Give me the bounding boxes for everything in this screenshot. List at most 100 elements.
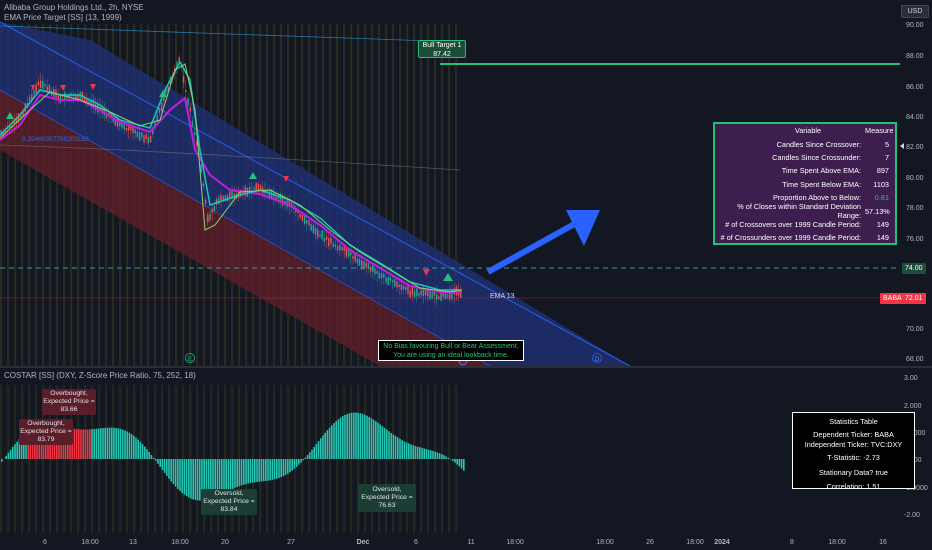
candle-body — [211, 208, 213, 213]
candle-body — [356, 258, 359, 264]
time-axis-label: 6 — [43, 539, 47, 546]
histogram-bar — [161, 459, 164, 470]
candle-body — [416, 288, 418, 296]
variable-label: # of Crossunders over 1999 Candle Period… — [720, 233, 861, 243]
callout-line: Expected Price = — [43, 398, 95, 405]
candle-body — [328, 238, 330, 247]
histogram-bar — [361, 413, 364, 459]
lower-indicator-legend[interactable]: COSTAR [SS] (DXY, Z-Score Price Ratio, 7… — [4, 371, 196, 380]
histogram-bar — [423, 448, 425, 459]
histogram-bar — [152, 457, 155, 459]
histogram-bar — [148, 451, 150, 459]
candle-body — [409, 290, 411, 298]
variable-label: % of Closes within Standard Deviation Ra… — [737, 202, 861, 221]
histogram-bar — [346, 414, 348, 459]
candle-body — [204, 199, 207, 204]
time-axis-label: Dec — [357, 539, 370, 546]
candle-body — [372, 265, 374, 273]
candle-body — [303, 215, 306, 224]
time-axis-label: 6 — [414, 539, 418, 546]
histogram-bar — [401, 440, 403, 459]
variable-label: Time Spent Below EMA: — [782, 179, 861, 189]
price-axis-label: 70.00 — [906, 326, 924, 333]
candle-body — [200, 164, 202, 173]
candle-body — [330, 237, 332, 244]
candle-body — [119, 122, 121, 127]
histogram-bar — [306, 455, 309, 459]
histogram-bar — [291, 459, 293, 471]
histogram-bar — [368, 416, 370, 459]
bull-target-label: Bull Target 1 87.42 — [418, 40, 466, 58]
histogram-bar — [412, 445, 414, 459]
histogram-bar — [86, 429, 89, 459]
variable-value: 1103 — [873, 179, 889, 189]
header-measure: Measure — [865, 126, 894, 136]
histogram-bar — [339, 417, 342, 459]
histogram-bar — [188, 459, 190, 498]
histogram-bar — [317, 441, 320, 459]
candle-body — [185, 89, 187, 92]
histogram-bar — [344, 414, 346, 459]
callout-line: 83.66 — [60, 406, 78, 413]
variable-row: # of Crossunders over 1999 Candle Period… — [715, 231, 895, 244]
histogram-bar — [185, 459, 188, 497]
candle-body — [209, 213, 211, 221]
histogram-bar — [434, 451, 436, 459]
histogram-bar — [458, 459, 461, 467]
histogram-bar — [126, 431, 128, 459]
histogram-bar — [408, 443, 410, 459]
candle-body — [376, 270, 378, 274]
histogram-bar — [183, 459, 186, 495]
histogram-bar — [445, 456, 447, 459]
histogram-bar — [166, 459, 168, 476]
histogram-bar — [163, 459, 166, 473]
histogram-bar — [353, 412, 355, 459]
candle-body — [435, 294, 438, 300]
histogram-bar — [75, 429, 78, 459]
time-axis: 6 18:00 13 18:00 20 27 Dec 6 11 18:00 18:00 26 18:00… — [43, 539, 887, 546]
candle-body — [429, 290, 431, 300]
histogram-bar — [403, 441, 406, 459]
candle-body — [352, 256, 354, 259]
candle-body — [149, 135, 152, 143]
candle-body — [396, 281, 398, 288]
histogram-bar — [14, 444, 16, 459]
histogram-bar — [12, 446, 14, 459]
histogram-bar — [278, 459, 280, 478]
variable-value: 5 — [884, 139, 889, 149]
candle-body — [39, 80, 42, 89]
histogram-bar — [436, 452, 439, 459]
histogram-bar — [122, 429, 124, 459]
histogram-bar — [269, 459, 271, 481]
level-price-badge: 74.00 — [902, 263, 926, 274]
candle-body — [306, 220, 308, 224]
callout-line: Overbought, — [50, 390, 88, 397]
candle-body — [33, 90, 35, 95]
histogram-bar — [430, 450, 432, 459]
histogram-bar — [463, 459, 465, 471]
histogram-bar — [454, 459, 456, 463]
candle-body — [334, 244, 337, 247]
candle-body — [411, 286, 414, 296]
histogram-bar — [192, 459, 194, 500]
histogram-bar — [377, 422, 379, 459]
candle-body — [405, 286, 407, 290]
histogram-bar — [258, 459, 260, 482]
candle-body — [398, 284, 400, 288]
stats-t-statistic: T-Statistic: -2.73 — [827, 453, 880, 463]
stats-stationary: Stationary Data? true — [819, 467, 888, 477]
histogram-bar — [91, 429, 93, 459]
candle-body — [314, 227, 317, 236]
histogram-bar — [265, 459, 267, 481]
histogram-bar — [113, 427, 115, 459]
bias-line-1: No Bias favouring Bull or Bear Assessmen… — [383, 343, 519, 350]
histogram-bar — [410, 444, 412, 459]
candle-body — [123, 125, 125, 130]
variable-row: Candles Since Crossover: 5 — [715, 137, 895, 150]
price-axis-label: 76.00 — [906, 236, 924, 243]
histogram-bar — [150, 454, 153, 459]
stats-independent: Independent Ticker: TVC:DXY — [804, 439, 903, 449]
candle-body — [391, 280, 394, 283]
histogram-bar — [232, 459, 234, 489]
histogram-bar — [427, 449, 430, 459]
